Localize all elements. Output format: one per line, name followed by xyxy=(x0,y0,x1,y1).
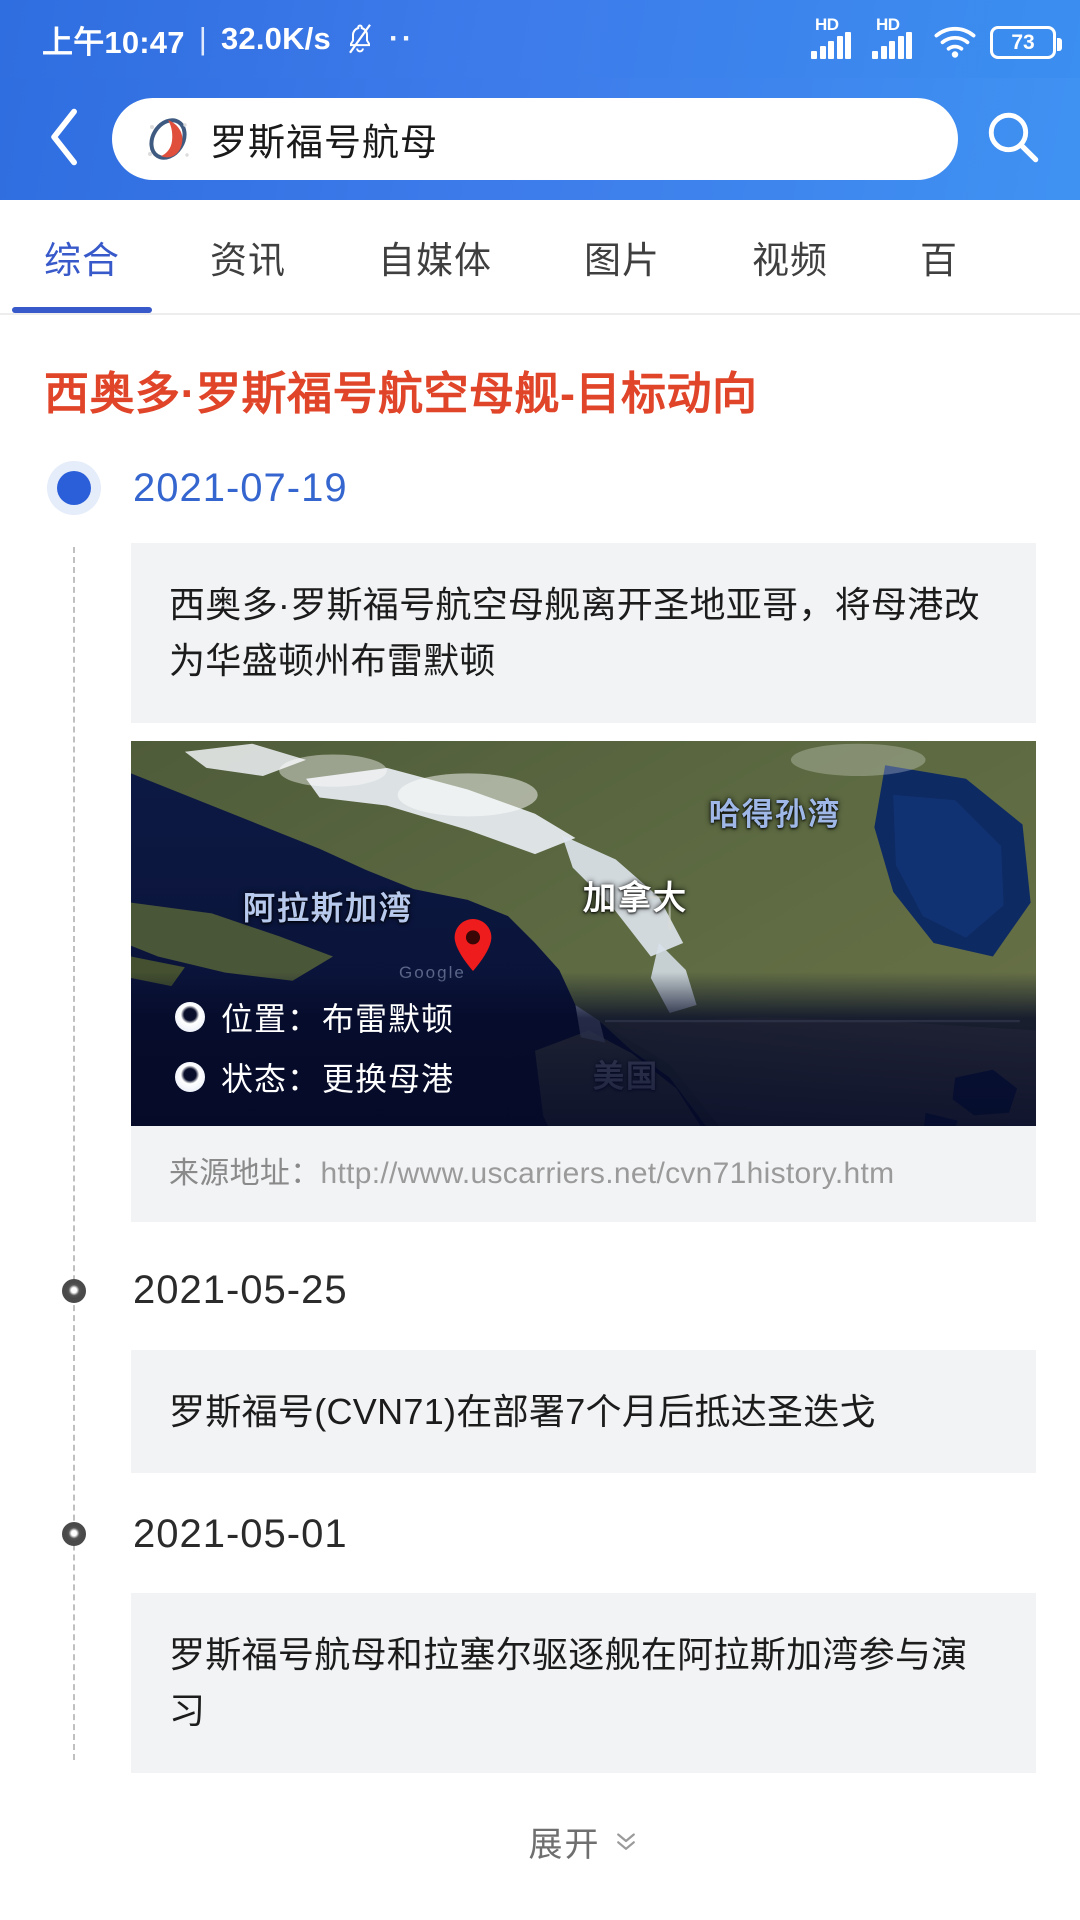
timeline-connector xyxy=(73,547,75,1760)
sogou-logo-icon xyxy=(140,111,196,167)
timeline-row: 2021-07-19 xyxy=(0,457,1080,519)
results-page: 西奥多·罗斯福号航空母舰-目标动向 2021-07-19 西奥多·罗斯福号航空母… xyxy=(0,315,1080,1920)
expand-label: 展开 xyxy=(528,1825,601,1864)
map-info-status-row: 状态： 更换母港 xyxy=(175,1054,1036,1100)
more-dots-icon: ·· xyxy=(388,22,415,55)
event-card[interactable]: 罗斯福号航母和拉塞尔驱逐舰在阿拉斯加湾参与演习 xyxy=(131,1593,1036,1773)
timeline-row: 2021-05-25 xyxy=(0,1260,1080,1322)
map-info-location-value: 布雷默顿 xyxy=(322,1000,455,1037)
battery-indicator: 73 xyxy=(990,26,1062,59)
tab-label: 图片 xyxy=(584,239,660,281)
status-dot-icon xyxy=(175,1061,205,1092)
tab-zonghe[interactable]: 综合 xyxy=(0,200,164,313)
status-separator: | xyxy=(198,21,207,56)
source-url[interactable]: http://www.uscarriers.net/cvn71history.h… xyxy=(321,1157,895,1190)
battery-level: 73 xyxy=(1011,30,1035,54)
location-dot-icon xyxy=(175,1001,205,1032)
search-query-text: 罗斯福号航母 xyxy=(210,122,438,163)
sim2-hd-label: HD xyxy=(876,15,900,34)
result-tabs: 综合 资讯 自媒体 图片 视频 百 xyxy=(0,200,1080,315)
tab-label: 自媒体 xyxy=(378,239,492,281)
search-input[interactable]: 罗斯福号航母 xyxy=(112,98,958,180)
tab-shipin[interactable]: 视频 xyxy=(706,200,874,313)
map-pin-icon xyxy=(454,918,492,971)
event-card[interactable]: 西奥多·罗斯福号航空母舰离开圣地亚哥，将母港改为华盛顿州布雷默顿 xyxy=(131,543,1036,723)
map-info-status-label: 状态： xyxy=(221,1060,321,1097)
timeline-event-body: 罗斯福号航母和拉塞尔驱逐舰在阿拉斯加湾参与演习 xyxy=(131,1593,1036,1773)
event-text: 罗斯福号(CVN71)在部署7个月后抵达圣迭戈 xyxy=(169,1390,876,1432)
sim1-hd-label: HD xyxy=(815,15,839,34)
timeline-date: 2021-07-19 xyxy=(133,465,348,510)
page-title: 西奥多·罗斯福号航空母舰-目标动向 xyxy=(44,368,758,419)
status-bar: 上午10:47 | 32.0K/s ·· HD HD 73 xyxy=(0,0,1080,78)
status-time: 上午10:47 xyxy=(42,24,185,60)
timeline-date: 2021-05-01 xyxy=(133,1511,348,1556)
bell-mute-icon xyxy=(345,22,375,56)
timeline: 2021-07-19 西奥多·罗斯福号航空母舰离开圣地亚哥，将母港改为华盛顿州布… xyxy=(0,457,1080,1880)
timeline-event-body: 罗斯福号(CVN71)在部署7个月后抵达圣迭戈 xyxy=(131,1349,1036,1474)
status-bar-left: 上午10:47 | 32.0K/s ·· xyxy=(42,17,415,62)
satellite-map[interactable]: 阿拉斯加湾 加拿大 哈得孙湾 美国 Google 位置 xyxy=(131,740,1036,1126)
event-source[interactable]: 来源地址：http://www.uscarriers.net/cvn71hist… xyxy=(131,1125,1036,1222)
map-info-location-label: 位置： xyxy=(221,1000,321,1037)
timeline-row: 2021-05-01 xyxy=(0,1503,1080,1565)
chevron-double-down-icon xyxy=(613,1828,639,1854)
search-button[interactable] xyxy=(976,102,1050,176)
tab-zimeiti[interactable]: 自媒体 xyxy=(332,200,538,313)
timeline-dot-icon xyxy=(62,1278,86,1303)
chevron-left-icon xyxy=(48,108,82,171)
event-text: 罗斯福号航母和拉塞尔驱逐舰在阿拉斯加湾参与演习 xyxy=(169,1634,968,1732)
tab-tupian[interactable]: 图片 xyxy=(538,200,706,313)
timeline-date: 2021-05-25 xyxy=(133,1268,348,1313)
timeline-dot-icon xyxy=(62,1522,86,1547)
event-text: 西奥多·罗斯福号航空母舰离开圣地亚哥，将母港改为华盛顿州布雷默顿 xyxy=(169,584,980,681)
tab-baike[interactable]: 百 xyxy=(874,200,1004,313)
event-card[interactable]: 罗斯福号(CVN71)在部署7个月后抵达圣迭戈 xyxy=(131,1349,1036,1474)
wifi-icon xyxy=(933,25,977,59)
expand-button[interactable]: 展开 xyxy=(131,1817,1036,1880)
sim2-signal-icon: HD xyxy=(872,15,920,59)
timeline-event-body: 西奥多·罗斯福号航空母舰离开圣地亚哥，将母港改为华盛顿州布雷默顿 阿拉斯加湾 加… xyxy=(131,543,1036,1222)
search-header: 罗斯福号航母 xyxy=(0,78,1080,200)
source-label: 来源地址： xyxy=(169,1156,321,1190)
tab-label: 视频 xyxy=(752,239,828,281)
status-bar-right: HD HD 73 xyxy=(811,15,1062,59)
back-button[interactable] xyxy=(34,108,96,170)
map-info-status-value: 更换母港 xyxy=(322,1060,455,1097)
tab-zixun[interactable]: 资讯 xyxy=(164,200,332,313)
sim1-signal-icon: HD xyxy=(811,15,859,59)
tab-label: 百 xyxy=(920,239,958,281)
map-info-overlay: 位置： 布雷默顿 状态： 更换母港 xyxy=(131,971,1036,1126)
map-info-location-row: 位置： 布雷默顿 xyxy=(175,994,1036,1040)
timeline-dot-active-icon xyxy=(57,471,91,505)
tab-label: 资讯 xyxy=(210,239,286,281)
search-icon xyxy=(984,108,1042,171)
timeline-card: 西奥多·罗斯福号航空母舰-目标动向 2021-07-19 西奥多·罗斯福号航空母… xyxy=(0,315,1080,1880)
tab-label: 综合 xyxy=(44,239,120,281)
network-speed: 32.0K/s xyxy=(220,21,331,56)
